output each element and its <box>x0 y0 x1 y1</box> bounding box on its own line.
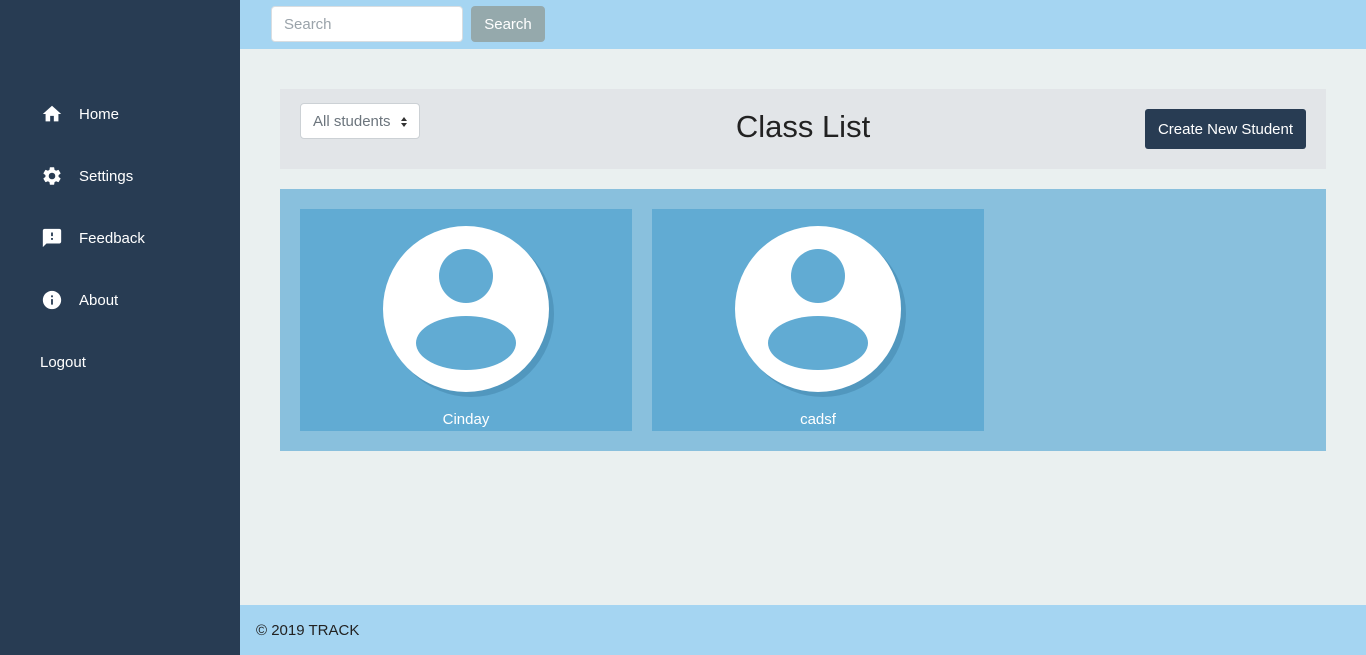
sidebar-item-label: Feedback <box>79 229 145 247</box>
student-name: cadsf <box>800 411 836 428</box>
user-avatar-icon <box>735 226 906 397</box>
search-input[interactable] <box>271 6 463 42</box>
gear-icon <box>40 164 64 188</box>
main-content: All students Class List Create New Stude… <box>240 49 1366 605</box>
class-list-header: All students Class List Create New Stude… <box>280 89 1326 169</box>
sidebar-item-label: About <box>79 291 119 309</box>
sidebar-item-home[interactable]: Home <box>40 102 119 126</box>
sidebar-item-settings[interactable]: Settings <box>40 164 133 188</box>
student-grid: Cinday cadsf <box>280 189 1326 451</box>
create-new-student-button[interactable]: Create New Student <box>1145 109 1306 149</box>
sidebar-item-about[interactable]: About <box>40 288 118 312</box>
home-icon <box>40 102 64 126</box>
search-button[interactable]: Search <box>471 6 545 42</box>
student-card[interactable]: cadsf <box>652 209 984 431</box>
logout-label: Logout <box>40 353 86 371</box>
footer: © 2019 TRACK <box>240 605 1366 655</box>
topbar: Search <box>240 0 1366 49</box>
feedback-icon <box>40 226 64 250</box>
logout-link[interactable]: Logout <box>40 350 86 374</box>
info-icon <box>40 288 64 312</box>
sidebar-item-label: Settings <box>79 167 134 185</box>
student-filter-select[interactable]: All students <box>300 103 420 139</box>
sidebar-item-label: Home <box>79 105 120 123</box>
user-avatar-icon <box>383 226 554 397</box>
copyright-text: © 2019 TRACK <box>256 621 360 639</box>
sidebar-item-feedback[interactable]: Feedback <box>40 226 145 250</box>
filter-selected-value: All students <box>313 112 391 130</box>
student-name: Cinday <box>442 411 490 428</box>
select-arrows-icon <box>401 117 407 127</box>
student-card[interactable]: Cinday <box>300 209 632 431</box>
sidebar: Home Settings Feedback About Logout <box>0 0 240 655</box>
